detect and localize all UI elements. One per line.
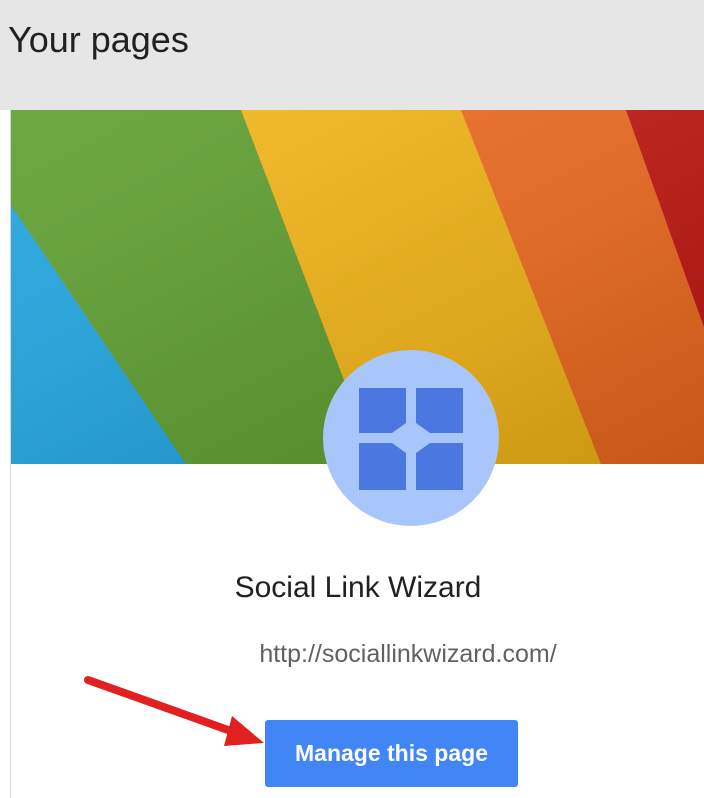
page-card: Social Link Wizard http://sociallinkwiza… <box>10 110 704 798</box>
header-band: Your pages <box>0 0 704 110</box>
page-name[interactable]: Social Link Wizard <box>11 570 704 606</box>
manage-page-button[interactable]: Manage this page <box>265 720 518 787</box>
section-title: Your pages <box>8 19 189 60</box>
page-url[interactable]: http://sociallinkwizard.com/ <box>11 638 704 670</box>
page-avatar <box>323 350 499 526</box>
puzzle-tiles-icon <box>359 388 463 490</box>
